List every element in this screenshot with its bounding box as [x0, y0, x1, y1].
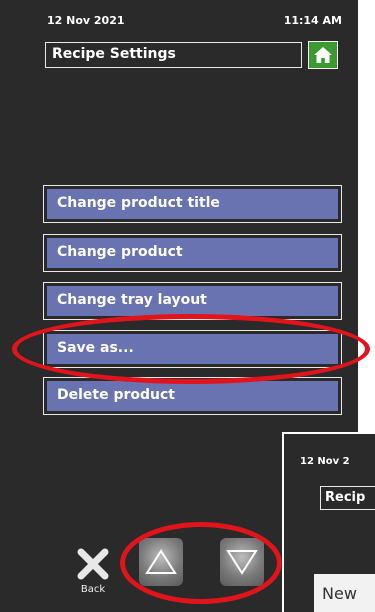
- change-product-button[interactable]: Change product: [43, 234, 342, 272]
- preview-title: Recip: [320, 486, 375, 510]
- status-date: 12 Nov 2021: [47, 14, 125, 27]
- menu-item-label: Change tray layout: [47, 286, 338, 316]
- close-icon: [77, 548, 109, 580]
- menu-item-label: Change product: [47, 238, 338, 268]
- secondary-screen-preview: 12 Nov 2 Recip New: [282, 432, 375, 612]
- page-title: Recipe Settings: [45, 42, 302, 68]
- menu-item-label: Delete product: [47, 381, 338, 411]
- change-product-title-button[interactable]: Change product title: [43, 185, 342, 223]
- preview-date: 12 Nov 2: [300, 456, 350, 467]
- menu-item-label: Change product title: [47, 189, 338, 219]
- highlight-arrows-oval: [120, 522, 282, 604]
- home-button[interactable]: [308, 41, 338, 69]
- home-icon: [314, 47, 332, 63]
- back-label: Back: [80, 584, 106, 595]
- highlight-save-as-oval: [12, 314, 370, 384]
- preview-input[interactable]: New: [314, 574, 375, 612]
- back-button[interactable]: Back: [68, 540, 118, 598]
- status-bar: 12 Nov 2021 11:14 AM: [47, 14, 342, 30]
- status-time: 11:14 AM: [283, 14, 342, 27]
